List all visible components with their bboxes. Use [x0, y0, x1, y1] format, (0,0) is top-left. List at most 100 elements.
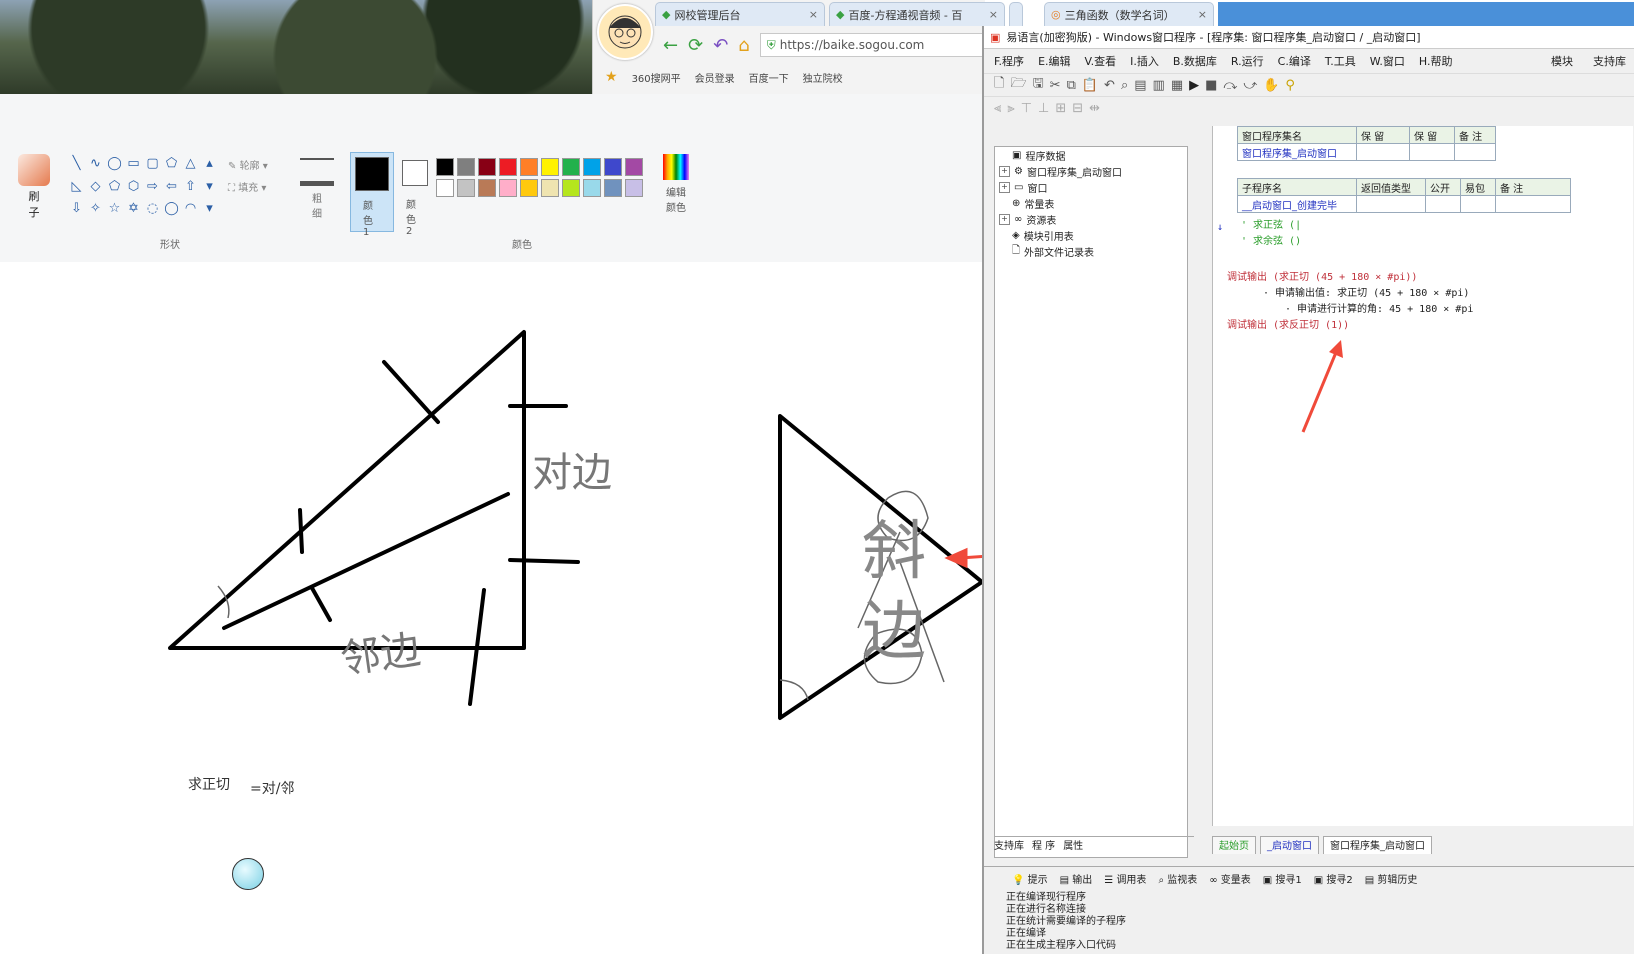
palette-swatch[interactable]	[520, 179, 538, 197]
brush-tool[interactable]: 刷子	[14, 154, 54, 224]
menu-help[interactable]: H.帮助	[1419, 53, 1453, 69]
table-cell[interactable]	[1409, 143, 1455, 161]
palette-swatch[interactable]	[583, 158, 601, 176]
new-file-icon[interactable]: 🗋	[994, 74, 1004, 96]
hexagon-shape-icon[interactable]: ⬡	[125, 177, 142, 198]
rounded-rectangle-shape-icon[interactable]: ▢	[144, 154, 161, 175]
size-button[interactable]: 粗细	[300, 154, 334, 220]
outline-button[interactable]: ✎ 轮廓 ▾	[228, 156, 268, 178]
tab-call-stack[interactable]: ☰ 调用表	[1104, 871, 1146, 886]
code-line[interactable]: · 申请进行计算的角: 45 + 180 × #pi	[1285, 300, 1473, 315]
menu-module[interactable]: 模块	[1551, 53, 1573, 69]
tree-expander-icon[interactable]	[999, 247, 1008, 256]
palette-swatch[interactable]	[520, 158, 538, 176]
six-point-star-icon[interactable]: ✡	[125, 199, 142, 220]
step-over-icon[interactable]: ⤻	[1243, 78, 1257, 93]
tree-row[interactable]: 🗋 外部文件记录表	[995, 243, 1187, 259]
bookmark-item[interactable]: 会员登录	[695, 70, 735, 85]
tab-properties[interactable]: 属性	[1063, 837, 1083, 855]
table-cell[interactable]	[1454, 143, 1496, 161]
tree-row[interactable]: + ⚙ 窗口程序集_启动窗口	[995, 163, 1187, 179]
tree-expander-icon[interactable]	[999, 151, 1008, 160]
down-arrow-shape-icon[interactable]: ⇩	[68, 199, 85, 220]
right-triangle-shape-icon[interactable]: ◺	[68, 177, 85, 198]
four-point-star-icon[interactable]: ✧	[87, 199, 104, 220]
stop-icon[interactable]: ■	[1205, 78, 1217, 93]
search-binoculars-icon[interactable]: ⚲	[1285, 78, 1295, 93]
pentagon-shape-icon[interactable]: ⬠	[106, 177, 123, 198]
menu-compile[interactable]: C.编译	[1278, 53, 1311, 69]
palette-swatch[interactable]	[499, 179, 517, 197]
refresh-icon[interactable]: ⟳	[688, 35, 703, 56]
tree-row[interactable]: + ▭ 窗口	[995, 179, 1187, 195]
palette-swatch[interactable]	[604, 179, 622, 197]
curve-shape-icon[interactable]: ∿	[87, 154, 104, 175]
layout-icon[interactable]: ▤	[1134, 78, 1146, 93]
palette-swatch[interactable]	[604, 158, 622, 176]
scroll-icon[interactable]: ▴	[201, 154, 218, 175]
tab-close-icon[interactable]: ×	[989, 8, 998, 21]
layout-3-icon[interactable]: ▦	[1171, 78, 1183, 93]
table-cell[interactable]	[1425, 195, 1461, 213]
tab-search2[interactable]: ▣ 搜寻2	[1314, 871, 1353, 886]
doc-tab-assembly[interactable]: 窗口程序集_启动窗口	[1323, 836, 1432, 854]
fill-button[interactable]: ⛶ 填充 ▾	[228, 178, 268, 200]
tab-close-icon[interactable]: ×	[809, 8, 818, 21]
polygon-shape-icon[interactable]: ⬠	[163, 154, 180, 175]
doc-tab-startup-window[interactable]: _启动窗口	[1260, 836, 1319, 854]
grid-icon[interactable]: ⊞	[1055, 101, 1066, 116]
save-icon[interactable]: 🖫	[1033, 74, 1044, 96]
tree-expander-icon[interactable]	[999, 199, 1008, 208]
palette-swatch[interactable]	[625, 158, 643, 176]
grid-2-icon[interactable]: ⊟	[1072, 101, 1083, 116]
browser-tab-3[interactable]: ◎ 三角函数（数学名词） ×	[1044, 2, 1214, 26]
palette-swatch[interactable]	[436, 158, 454, 176]
url-bar[interactable]: ⛨ https://baike.sogou.com	[759, 33, 985, 57]
shapes-gallery[interactable]: ╲ ∿ ◯ ▭ ▢ ⬠ △ ▴ ◺ ◇ ⬠ ⬡ ⇨ ⇦ ⇧ ▾ ⇩ ✧ ☆ ✡ …	[68, 154, 218, 220]
palette-swatch[interactable]	[583, 179, 601, 197]
browser-tab-2[interactable]: ◆ 百度-方程通视音频 - 百 ×	[829, 2, 1005, 26]
callout-shape-icon[interactable]: ◌	[144, 199, 161, 220]
tab-output[interactable]: ▤ 输出	[1060, 871, 1093, 886]
code-line[interactable]: ' 求余弦 ()	[1241, 232, 1301, 247]
tab-program[interactable]: 程 序	[1032, 837, 1055, 855]
five-point-star-icon[interactable]: ☆	[106, 199, 123, 220]
menu-run[interactable]: R.运行	[1231, 53, 1264, 69]
tab-hint[interactable]: 💡 提示	[1012, 871, 1048, 886]
tree-row[interactable]: ⊕ 常量表	[995, 195, 1187, 211]
left-arrow-shape-icon[interactable]: ⇦	[163, 177, 180, 198]
tree-row[interactable]: + ∞ 资源表	[995, 211, 1187, 227]
undo-icon[interactable]: ↶	[1104, 78, 1115, 93]
table-cell[interactable]	[1495, 195, 1571, 213]
palette-swatch[interactable]	[541, 158, 559, 176]
doc-tab-start[interactable]: 起始页	[1212, 836, 1256, 854]
tree-expander-icon[interactable]: +	[999, 165, 1010, 177]
spacing-icon[interactable]: ⇹	[1089, 101, 1100, 116]
tab-watch[interactable]: ⌕ 监视表	[1158, 871, 1197, 886]
tree-expander-icon[interactable]: +	[999, 213, 1010, 225]
paste-icon[interactable]: 📋	[1082, 78, 1098, 93]
hand-icon[interactable]: ✋	[1263, 78, 1279, 93]
table-cell[interactable]	[1356, 195, 1426, 213]
menu-edit[interactable]: E.编辑	[1038, 53, 1070, 69]
color2-button[interactable]: 颜色 2	[398, 152, 438, 237]
menu-database[interactable]: B.数据库	[1173, 53, 1217, 69]
palette-swatch[interactable]	[541, 179, 559, 197]
code-line[interactable]: ' 求正弦 (|	[1241, 216, 1301, 231]
undo-icon[interactable]: ↶	[713, 35, 728, 56]
paint-canvas[interactable]: 对边 邻边 斜边 求正切 =对/邻	[0, 262, 1077, 954]
color-palette[interactable]	[436, 158, 643, 197]
bookmark-item[interactable]: 360搜网平	[632, 70, 681, 85]
bookmark-item[interactable]: 独立院校	[803, 70, 843, 85]
diamond-shape-icon[interactable]: ◇	[87, 177, 104, 198]
menu-program[interactable]: F.程序	[994, 53, 1024, 69]
gallery-more-icon[interactable]: ▾	[201, 199, 218, 220]
cloud-callout-shape-icon[interactable]: ◠	[182, 199, 199, 220]
run-icon[interactable]: ▶	[1189, 78, 1199, 93]
align-top-icon[interactable]: ⊤	[1021, 101, 1032, 116]
tree-row[interactable]: ▣ 程序数据	[995, 147, 1187, 163]
menu-insert[interactable]: I.插入	[1130, 53, 1159, 69]
tree-expander-icon[interactable]: +	[999, 181, 1010, 193]
find-icon[interactable]: ⌕	[1121, 78, 1128, 93]
menu-support-lib[interactable]: 支持库	[1593, 53, 1626, 69]
